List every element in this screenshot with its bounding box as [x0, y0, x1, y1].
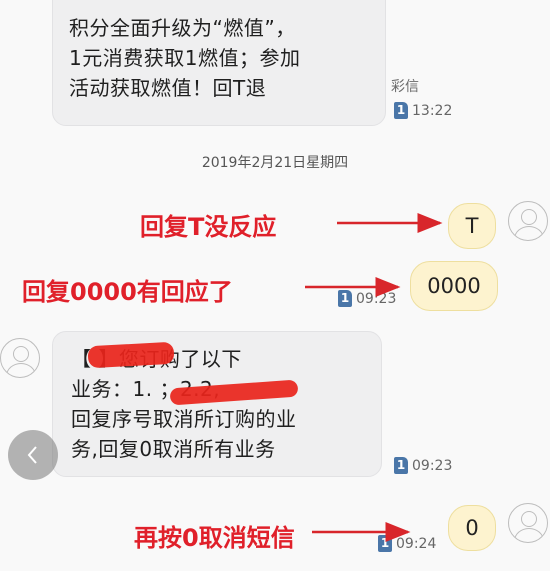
sms-conversation-screen: 积分全面升级为“燃值”， 1元消费获取1燃值；参加 活动获取燃值！回T退 彩信 … [0, 0, 550, 571]
annotation-arrows [305, 213, 443, 542]
